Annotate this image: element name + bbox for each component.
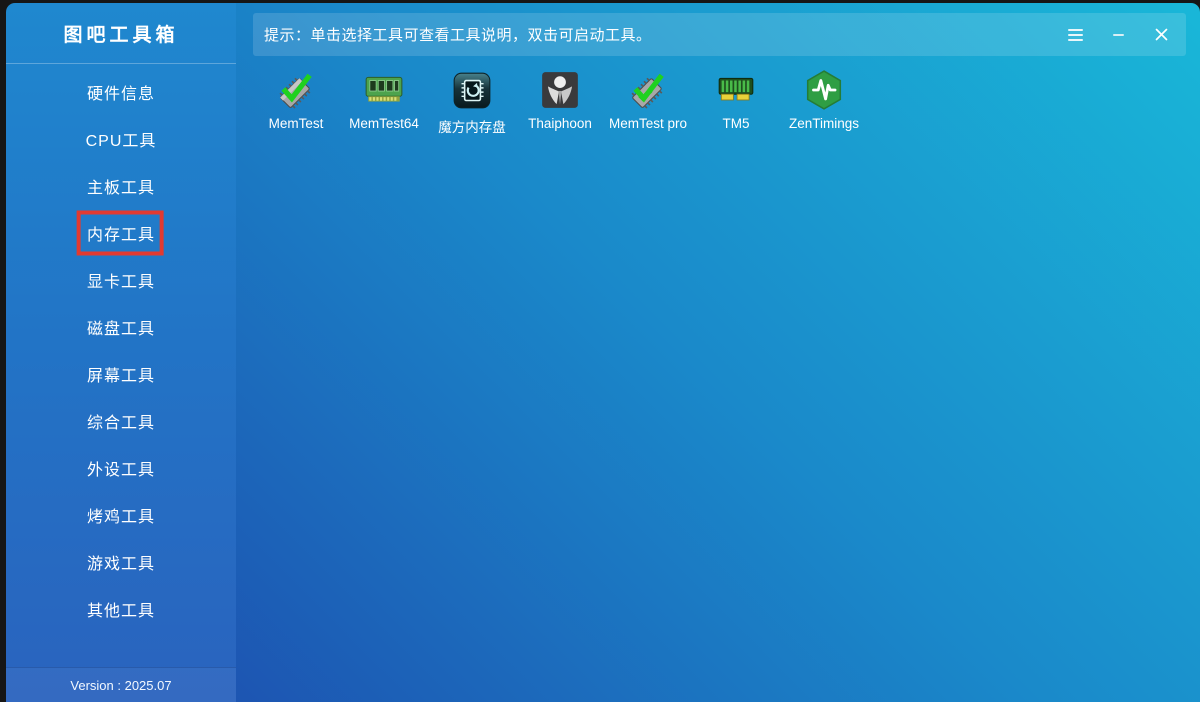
hint-bar: 提示：单击选择工具可查看工具说明，双击可启动工具。	[253, 13, 1186, 56]
sidebar-item-label: 游戏工具	[87, 550, 155, 574]
sidebar: 图吧工具箱 硬件信息 CPU工具 主板工具 内存工具 显卡工具 磁盘工具 屏	[6, 3, 236, 702]
sidebar-item-peripheral-tools[interactable]: 外设工具	[6, 444, 236, 491]
sidebar-item-comprehensive-tools[interactable]: 综合工具	[6, 397, 236, 444]
app-title: 图吧工具箱	[6, 3, 236, 64]
sidebar-item-label: 综合工具	[87, 409, 155, 433]
tool-label: ZenTimings	[789, 116, 859, 131]
sidebar-item-disk-tools[interactable]: 磁盘工具	[6, 303, 236, 350]
memtest-pro-icon: Pro	[627, 69, 669, 111]
tool-zentimings[interactable]: ZenTimings	[780, 69, 868, 136]
sidebar-item-hardware-info[interactable]: 硬件信息	[6, 68, 236, 115]
sidebar-menu: 硬件信息 CPU工具 主板工具 内存工具 显卡工具 磁盘工具 屏幕工具 综	[6, 64, 236, 667]
zentimings-icon	[803, 69, 845, 111]
sidebar-item-label: 外设工具	[87, 456, 155, 480]
tool-grid: MemTest	[252, 69, 868, 136]
menu-icon	[1068, 27, 1083, 42]
window-controls	[1047, 20, 1176, 50]
close-button[interactable]	[1146, 20, 1176, 50]
tool-label: MemTest pro	[609, 116, 687, 131]
sidebar-item-cpu-tools[interactable]: CPU工具	[6, 115, 236, 162]
sidebar-item-label: 主板工具	[87, 174, 155, 198]
sidebar-item-other-tools[interactable]: 其他工具	[6, 585, 236, 632]
mofang-ram-disk-icon	[451, 69, 493, 111]
sidebar-item-label: 烤鸡工具	[87, 503, 155, 527]
close-icon	[1155, 28, 1168, 41]
sidebar-item-stress-test-tools[interactable]: 烤鸡工具	[6, 491, 236, 538]
tm5-icon	[715, 69, 757, 111]
thaiphoon-icon	[539, 69, 581, 111]
menu-button[interactable]	[1060, 20, 1090, 50]
tool-mofang-ram-disk[interactable]: 魔方内存盘	[428, 69, 516, 136]
tool-label: 魔方内存盘	[438, 116, 506, 136]
memtest-icon	[275, 69, 317, 111]
sidebar-item-label: 磁盘工具	[87, 315, 155, 339]
sidebar-item-label: 显卡工具	[87, 268, 155, 292]
sidebar-item-screen-tools[interactable]: 屏幕工具	[6, 350, 236, 397]
main-area: 提示：单击选择工具可查看工具说明，双击可启动工具。	[236, 3, 1200, 702]
sidebar-item-label: 硬件信息	[87, 80, 155, 104]
tool-label: Thaiphoon	[528, 116, 592, 131]
memtest64-icon	[363, 69, 405, 111]
sidebar-item-gpu-tools[interactable]: 显卡工具	[6, 256, 236, 303]
tool-memtest64[interactable]: MemTest64	[340, 69, 428, 136]
tool-memtest[interactable]: MemTest	[252, 69, 340, 136]
tool-thaiphoon[interactable]: Thaiphoon	[516, 69, 604, 136]
tool-tm5[interactable]: TM5	[692, 69, 780, 136]
minimize-button[interactable]	[1103, 20, 1133, 50]
tool-label: MemTest64	[349, 116, 419, 131]
sidebar-item-label: 内存工具	[87, 221, 155, 245]
sidebar-item-memory-tools[interactable]: 内存工具	[6, 209, 236, 256]
tool-memtest-pro[interactable]: Pro MemTest pro	[604, 69, 692, 136]
sidebar-item-label: 其他工具	[87, 597, 155, 621]
version-label: Version : 2025.07	[6, 667, 236, 702]
tool-label: TM5	[723, 116, 750, 131]
minimize-icon	[1113, 34, 1124, 36]
hint-text: 提示：单击选择工具可查看工具说明，双击可启动工具。	[264, 24, 1047, 45]
sidebar-item-label: CPU工具	[86, 127, 157, 151]
tool-label: MemTest	[269, 116, 324, 131]
sidebar-item-label: 屏幕工具	[87, 362, 155, 386]
app-window: 图吧工具箱 硬件信息 CPU工具 主板工具 内存工具 显卡工具 磁盘工具 屏	[6, 3, 1200, 702]
sidebar-item-motherboard-tools[interactable]: 主板工具	[6, 162, 236, 209]
sidebar-item-game-tools[interactable]: 游戏工具	[6, 538, 236, 585]
